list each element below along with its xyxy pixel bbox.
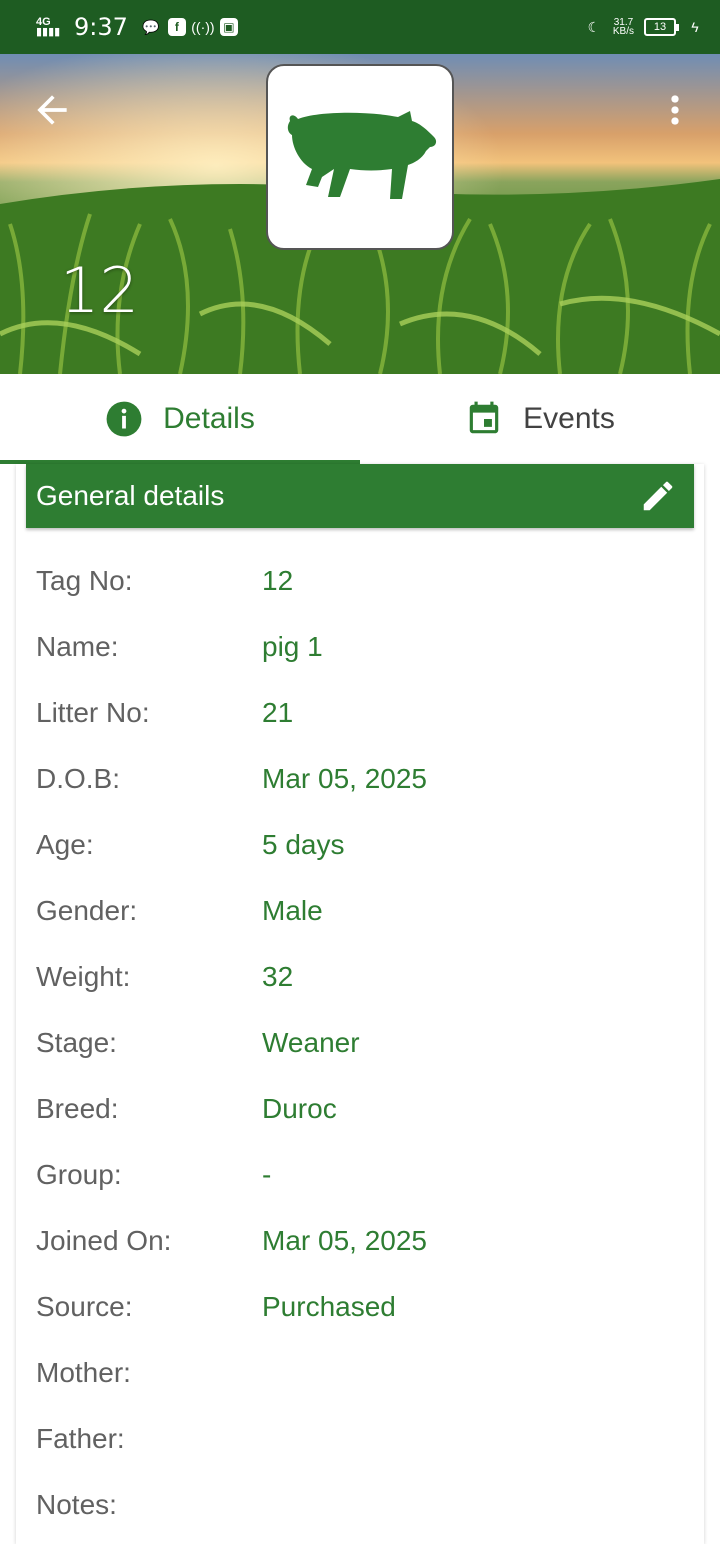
animal-id-title: 12 [60,254,139,327]
tab-events[interactable]: Events [360,374,720,464]
more-vertical-icon [671,95,679,125]
detail-label: Group: [36,1159,122,1190]
detail-row-litter-no: Litter No: 21 [36,680,686,746]
back-button[interactable] [30,88,74,132]
pig-icon [287,111,437,199]
messenger-icon: 💬 [142,18,160,35]
calendar-icon [469,401,499,434]
detail-label: Breed: [36,1093,119,1124]
detail-value: 5 days [262,829,345,860]
detail-row-father: Father: [36,1406,686,1472]
detail-label: Mother: [36,1357,131,1388]
details-list: Tag No: 12 Name: pig 1 Litter No: 21 D.O.B:… [36,548,686,1538]
detail-row-age: Age: 5 days [36,812,686,878]
tab-bar: Details Events [0,374,720,464]
detail-label: Stage: [36,1027,117,1058]
detail-label: Father: [36,1423,125,1454]
detail-label: Litter No: [36,697,150,728]
network-speed: 31.7 KB/s [612,17,634,37]
detail-row-group: Group: - [36,1142,686,1208]
detail-value: Duroc [262,1093,337,1124]
detail-row-name: Name: pig 1 [36,614,686,680]
battery-icon: 13 [644,18,679,36]
detail-label: Joined On: [36,1225,172,1256]
header-banner: 12 [0,54,720,374]
detail-row-source: Source: Purchased [36,1274,686,1340]
more-options-button[interactable] [660,88,690,132]
general-details-card: General details Tag No: 12 Name: pig 1 Lit… [16,464,704,1544]
arrow-back-icon [37,95,67,125]
detail-label: Tag No: [36,565,133,596]
charging-icon: ϟ [691,19,699,35]
detail-label: Weight: [36,961,131,992]
edit-button[interactable] [638,476,678,516]
tab-details[interactable]: Details [0,374,360,464]
signal-icon: 4G ▮▮▮▮ [36,16,61,38]
clock: 9:37 [74,13,128,41]
card-header: General details [26,464,694,528]
detail-row-gender: Gender: Male [36,878,686,944]
detail-value: 21 [262,697,294,728]
detail-row-breed: Breed: Duroc [36,1076,686,1142]
detail-row-mother: Mother: [36,1340,686,1406]
detail-row-dob: D.O.B: Mar 05, 2025 [36,746,686,812]
notification-icon: ▣ [219,18,238,36]
detail-value: Mar 05, 2025 [262,1225,427,1256]
detail-value: Mar 05, 2025 [262,763,427,794]
animal-avatar[interactable] [266,64,454,250]
detail-label: Name: [36,631,119,662]
detail-label: Notes: [36,1489,117,1520]
detail-label: Source: [36,1291,133,1322]
tab-details-label: Details [163,402,255,435]
detail-label: D.O.B: [36,763,121,794]
detail-value: - [262,1159,272,1190]
battery-level: 13 [653,21,667,33]
detail-label: Age: [36,829,94,860]
detail-label: Gender: [36,895,138,926]
detail-row-joined-on: Joined On: Mar 05, 2025 [36,1208,686,1274]
detail-row-tag-no: Tag No: 12 [36,548,686,614]
info-icon [106,401,142,437]
detail-row-notes: Notes: [36,1472,686,1538]
tab-events-label: Events [523,402,615,435]
detail-value: Weaner [262,1027,360,1058]
detail-row-weight: Weight: 32 [36,944,686,1010]
detail-value: Male [262,895,323,926]
card-title: General details [36,480,225,511]
facebook-icon: f [167,18,186,36]
detail-value: Purchased [262,1291,396,1322]
network-type: 4G [36,16,51,28]
detail-value: 32 [262,961,294,992]
status-bar: 4G ▮▮▮▮ 9:37 💬 f ((·)) ▣ ☾ 31.7 KB/s 13 ϟ [0,0,720,54]
detail-value: pig 1 [262,631,323,662]
detail-value: 12 [262,565,294,596]
pencil-icon [643,481,673,511]
moon-icon: ☾ [587,18,601,35]
detail-row-stage: Stage: Weaner [36,1010,686,1076]
hotspot-icon: ((·)) [191,19,215,35]
